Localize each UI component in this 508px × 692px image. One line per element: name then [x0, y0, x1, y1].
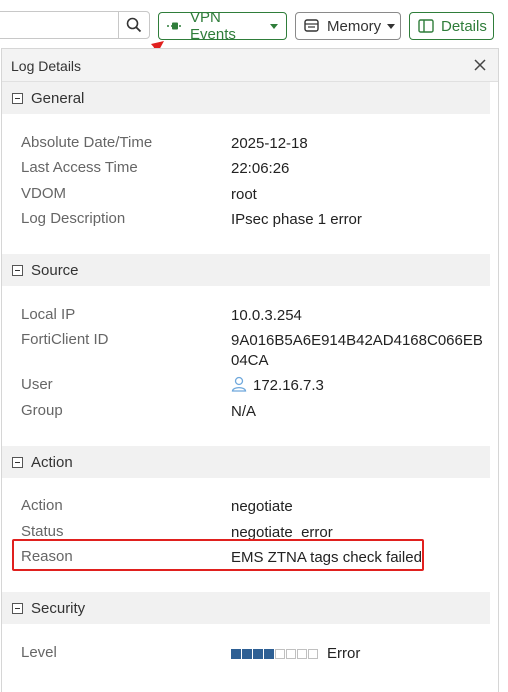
level-segment [264, 649, 274, 659]
section-title: General [31, 89, 85, 107]
search-input[interactable] [0, 11, 118, 39]
field-label: Local IP [21, 306, 76, 323]
panel-header: Log Details [2, 49, 498, 82]
field-value: 2025-12-18 [231, 135, 308, 152]
user-value[interactable]: 172.16.7.3 [253, 377, 324, 394]
field-label: User [21, 376, 53, 393]
section-header-source[interactable]: Source [2, 254, 490, 286]
field-label: Level [21, 644, 57, 661]
section-header-security[interactable]: Security [2, 592, 490, 624]
level-segment [242, 649, 252, 659]
field-label: Status [21, 523, 64, 540]
field-value: 9A016B5A6E914B42AD4168C066EB04CA [231, 332, 483, 369]
details-button[interactable]: Details [409, 12, 494, 40]
panel-title: Log Details [11, 58, 82, 74]
level-segment [308, 649, 318, 659]
search-button[interactable] [118, 11, 150, 39]
search-icon [126, 17, 142, 33]
field-value: IPsec phase 1 error [231, 211, 362, 228]
memory-dropdown[interactable]: Memory [295, 12, 401, 40]
level-segment [286, 649, 296, 659]
section-header-action[interactable]: Action [2, 446, 490, 478]
database-icon [304, 19, 320, 33]
toolbar: VPN Events Memory Details [0, 0, 508, 48]
field-label: Log Description [21, 210, 126, 227]
field-label: Action [21, 497, 63, 514]
field-value: 22:06:26 [231, 160, 290, 177]
section-header-general[interactable]: General [2, 82, 490, 114]
log-details-panel: Log Details General Absolute Date/Time 2… [1, 48, 499, 692]
vpn-tunnel-icon [167, 20, 183, 32]
severity-level-bar [231, 649, 319, 659]
collapse-icon[interactable] [12, 456, 23, 468]
chevron-down-icon [270, 23, 278, 29]
memory-label: Memory [327, 17, 382, 35]
collapse-icon[interactable] [12, 92, 23, 104]
level-value: Error [327, 645, 361, 662]
close-icon[interactable] [472, 57, 488, 73]
level-segment [297, 649, 307, 659]
user-icon [231, 376, 247, 392]
section-title: Security [31, 599, 86, 617]
field-label: VDOM [21, 185, 66, 202]
field-value: negotiate [231, 498, 293, 515]
field-value: N/A [231, 403, 257, 420]
level-segment [275, 649, 285, 659]
collapse-icon[interactable] [12, 602, 23, 614]
chevron-down-icon [387, 23, 396, 29]
field-value: 172.16.7.3 [231, 376, 491, 396]
section-title: Action [31, 453, 73, 471]
details-label: Details [441, 17, 487, 35]
vpn-events-dropdown[interactable]: VPN Events [158, 9, 287, 43]
section-title: Source [31, 261, 79, 279]
field-label: Group [21, 402, 63, 419]
reason-highlight-box [12, 539, 424, 571]
level-segment [231, 649, 241, 659]
collapse-icon[interactable] [12, 264, 23, 276]
field-value: 10.0.3.254 [231, 307, 302, 324]
level-segment [253, 649, 263, 659]
field-value: Error [231, 644, 491, 664]
field-label: Absolute Date/Time [21, 134, 153, 151]
field-value: root [231, 186, 257, 203]
field-label: Last Access Time [21, 159, 138, 176]
vpn-events-label: VPN Events [190, 9, 236, 43]
field-label: FortiClient ID [21, 331, 109, 348]
details-panel-icon [418, 19, 434, 33]
